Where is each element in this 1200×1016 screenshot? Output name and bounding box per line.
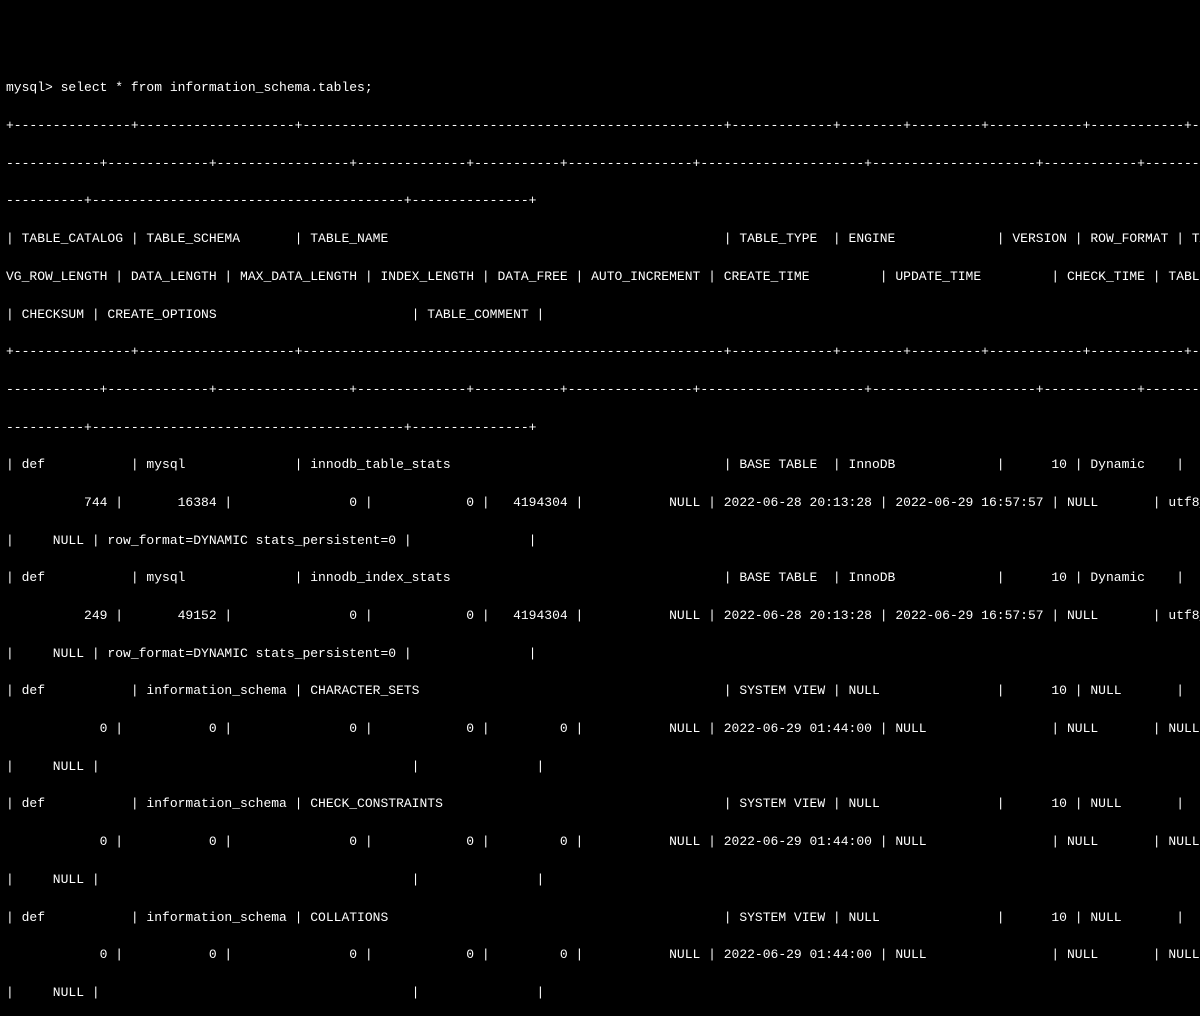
table-row: 744 | 16384 | 0 | 0 | 4194304 | NULL | 2… (6, 494, 1194, 513)
table-row: 0 | 0 | 0 | 0 | 0 | NULL | 2022-06-29 01… (6, 720, 1194, 739)
table-row: 0 | 0 | 0 | 0 | 0 | NULL | 2022-06-29 01… (6, 833, 1194, 852)
table-row: | def | mysql | innodb_table_stats | BAS… (6, 456, 1194, 475)
table-row: 249 | 49152 | 0 | 0 | 4194304 | NULL | 2… (6, 607, 1194, 626)
separator-top-1: +---------------+--------------------+--… (6, 117, 1194, 136)
header-line-3: | CHECKSUM | CREATE_OPTIONS | TABLE_COMM… (6, 306, 1194, 325)
separator-mid-2: ------------+-------------+-------------… (6, 381, 1194, 400)
separator-top-2: ------------+-------------+-------------… (6, 155, 1194, 174)
table-row: | def | information_schema | CHECK_CONST… (6, 795, 1194, 814)
separator-top-3: ----------+-----------------------------… (6, 192, 1194, 211)
table-row: | def | information_schema | CHARACTER_S… (6, 682, 1194, 701)
table-row: | def | information_schema | COLLATIONS … (6, 909, 1194, 928)
mysql-prompt: mysql> (6, 80, 61, 95)
table-row: | NULL | | | (6, 871, 1194, 890)
sql-command: select * from information_schema.tables; (61, 80, 373, 95)
separator-mid-1: +---------------+--------------------+--… (6, 343, 1194, 362)
table-row: | NULL | | | (6, 984, 1194, 1003)
table-row: | def | mysql | innodb_index_stats | BAS… (6, 569, 1194, 588)
prompt-line[interactable]: mysql> select * from information_schema.… (6, 79, 1194, 98)
header-line-2: VG_ROW_LENGTH | DATA_LENGTH | MAX_DATA_L… (6, 268, 1194, 287)
table-row: | NULL | row_format=DYNAMIC stats_persis… (6, 645, 1194, 664)
table-row: | NULL | row_format=DYNAMIC stats_persis… (6, 532, 1194, 551)
table-row: | NULL | | | (6, 758, 1194, 777)
table-row: 0 | 0 | 0 | 0 | 0 | NULL | 2022-06-29 01… (6, 946, 1194, 965)
separator-mid-3: ----------+-----------------------------… (6, 419, 1194, 438)
header-line-1: | TABLE_CATALOG | TABLE_SCHEMA | TABLE_N… (6, 230, 1194, 249)
